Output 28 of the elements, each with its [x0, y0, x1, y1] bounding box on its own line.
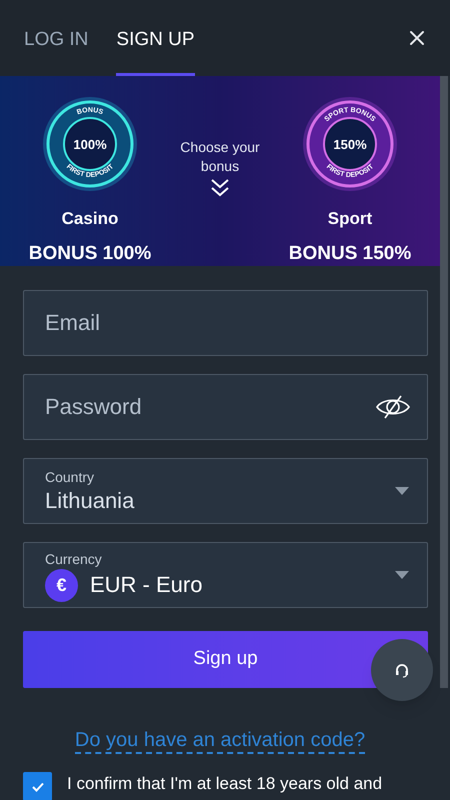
- badge-text: 100%: [73, 137, 107, 152]
- field-value: Lithuania: [45, 487, 134, 515]
- bonus-amount: BONUS 150%: [288, 242, 412, 266]
- headset-icon: [394, 662, 410, 678]
- badge-text: 150%: [333, 137, 367, 152]
- select-field[interactable]: Currency € EUR - Euro: [23, 542, 428, 608]
- password-field[interactable]: Password: [23, 374, 428, 440]
- caret-icon: [395, 487, 409, 495]
- caret-icon: [395, 571, 409, 579]
- offer-title: Sport: [328, 208, 372, 230]
- consent-text: I confirm that I'm at least 18 years old and: [67, 773, 382, 795]
- chevrons-down-icon: [209, 178, 231, 198]
- scrollbar[interactable]: [440, 76, 448, 688]
- bonus-prompt: Choose your bonus: [179, 138, 261, 176]
- email-field[interactable]: Email: [23, 290, 428, 356]
- currency-icon: €: [45, 568, 78, 602]
- bonus-amount: BONUS 100%: [28, 242, 152, 266]
- activation-code-link[interactable]: Do you have an activation code?: [74, 728, 366, 754]
- field-label: Currency: [45, 550, 103, 566]
- tab[interactable]: LOG IN: [24, 0, 88, 76]
- eye-slash-icon[interactable]: [376, 395, 410, 419]
- select-field[interactable]: Country Lithuania: [23, 458, 428, 524]
- field-value: EUR - Euro: [90, 571, 202, 599]
- checkmark-icon: [32, 782, 44, 792]
- offer-title: Casino: [62, 208, 118, 230]
- close-button[interactable]: [408, 29, 426, 47]
- checkbox[interactable]: [23, 772, 52, 800]
- field-label: Country: [45, 469, 96, 485]
